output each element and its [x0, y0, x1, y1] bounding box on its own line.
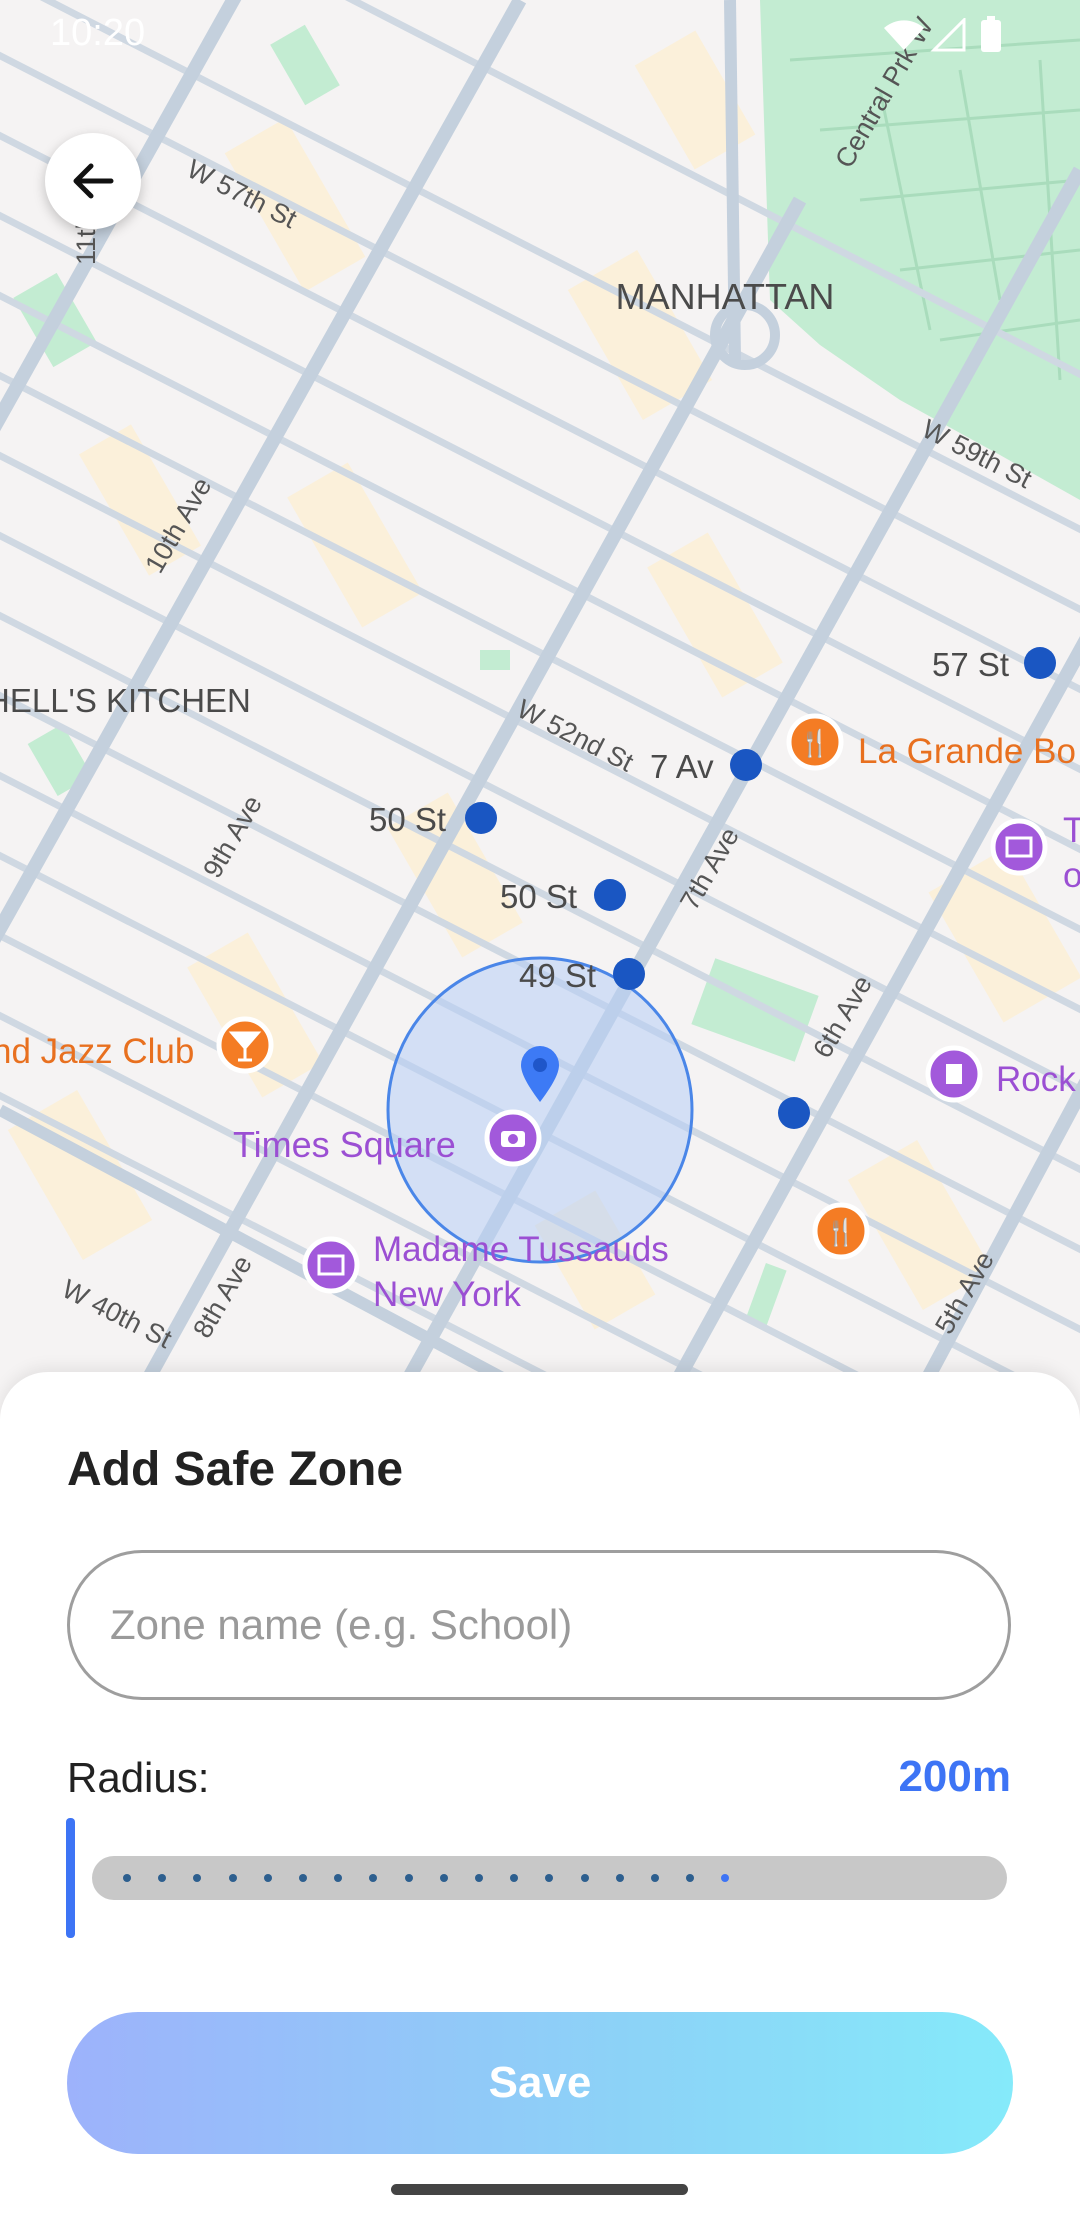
transit-label: 7 Av [650, 748, 714, 785]
place-label: New York [373, 1275, 521, 1314]
radius-label: Radius: [67, 1754, 210, 1801]
slider-thumb[interactable] [66, 1818, 75, 1938]
slider-tick-dot [580, 1874, 589, 1882]
district-label: HELL'S KITCHEN [0, 682, 251, 719]
slider-tick-dot [615, 1874, 624, 1882]
status-time: 10:20 [50, 12, 146, 54]
add-safe-zone-sheet: Add Safe Zone Radius: 200m Save [0, 1372, 1080, 2220]
slider-tick-dot [228, 1874, 237, 1882]
slider-tick-dot [334, 1874, 343, 1882]
status-bar: 10:20 [0, 0, 1080, 70]
slider-tick-dot [263, 1874, 272, 1882]
slider-track[interactable] [92, 1856, 1007, 1900]
district-label: MANHATTAN [616, 276, 835, 317]
place-label: Rock [996, 1060, 1076, 1099]
map-view[interactable]: 🍴 🍴 MANHATTAN HELL'S KITCHEN W 57th St W… [0, 0, 1080, 1400]
sheet-title: Add Safe Zone [67, 1443, 404, 1496]
museum-icon [990, 818, 1048, 876]
home-indicator [391, 2184, 688, 2195]
slider-tick-dot [510, 1874, 519, 1882]
arrow-left-icon [73, 163, 114, 199]
food-icon: 🍴 [786, 713, 844, 771]
save-button[interactable]: Save [67, 2012, 1013, 2154]
place-label: La Grande Bo [858, 732, 1076, 771]
wifi-icon [884, 20, 924, 50]
place-label: T [1063, 811, 1080, 850]
slider-tick-dot [404, 1874, 413, 1882]
food-icon: 🍴 [812, 1202, 870, 1260]
slider-tick-dot [123, 1874, 131, 1882]
transit-label: 50 St [500, 878, 577, 915]
zone-name-input[interactable] [67, 1550, 1011, 1700]
back-button[interactable] [45, 133, 141, 229]
slider-tick-dot [158, 1874, 167, 1882]
svg-text:🍴: 🍴 [799, 728, 831, 759]
signal-icon [930, 18, 966, 52]
slider-tick-dot [439, 1874, 448, 1882]
transit-label: 50 St [369, 801, 446, 838]
place-label: o [1063, 856, 1080, 895]
landmark-icon [925, 1045, 983, 1103]
transit-label: 57 St [932, 646, 1009, 683]
slider-tick-dot [651, 1874, 659, 1882]
slider-tick-dot [686, 1874, 695, 1882]
slider-tick-dot [299, 1874, 307, 1882]
slider-tick-dot [721, 1874, 730, 1882]
svg-text:🍴: 🍴 [825, 1217, 857, 1248]
slider-tick-dot [193, 1874, 202, 1882]
slider-tick-dot [475, 1874, 483, 1882]
radius-value: 200m [898, 1752, 1011, 1801]
place-label: nd Jazz Club [0, 1032, 194, 1071]
radius-slider[interactable] [66, 1818, 1012, 1938]
slider-tick-dot [545, 1874, 554, 1882]
museum-icon [302, 1236, 360, 1294]
place-label: Madame Tussauds [373, 1230, 669, 1269]
cocktail-icon [216, 1016, 274, 1074]
slider-tick-dot [369, 1874, 378, 1882]
place-label: Times Square [233, 1124, 456, 1165]
battery-icon [981, 16, 1001, 52]
safe-zone-circle [386, 956, 694, 1264]
camera-icon [484, 1109, 542, 1167]
transit-label: 49 St [519, 957, 596, 994]
